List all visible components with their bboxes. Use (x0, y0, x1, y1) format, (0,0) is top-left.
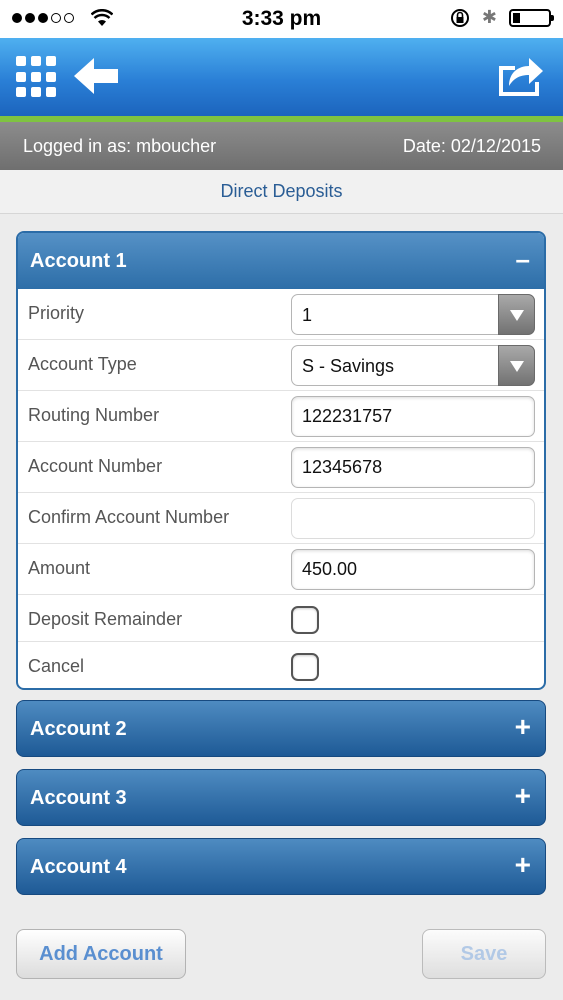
back-arrow-icon[interactable] (72, 55, 120, 97)
amount-row: Amount (18, 544, 544, 595)
date-label: Date: 02/12/2015 (402, 136, 541, 156)
cancel-label: Cancel (28, 656, 85, 676)
cancel-checkbox[interactable] (291, 653, 319, 681)
confirm-account-number-row: Confirm Account Number (18, 493, 544, 544)
add-account-button[interactable]: Add Account (16, 929, 186, 979)
account-4-header[interactable]: Account 4 + (16, 838, 546, 895)
account-2-title: Account 2 (30, 718, 127, 740)
account-type-value: S - Savings (302, 356, 395, 376)
orientation-lock-icon (450, 8, 469, 27)
status-bar: 3:33 pm ✱ (0, 0, 563, 38)
routing-number-row: Routing Number (18, 391, 544, 442)
account-1-panel: Account 1 – Priority 1 Account Type S - … (16, 231, 546, 690)
account-number-input[interactable] (291, 447, 535, 488)
share-icon[interactable] (495, 52, 545, 98)
priority-row: Priority 1 (18, 289, 544, 340)
account-4-title: Account 4 (30, 856, 127, 878)
expand-icon[interactable]: + (515, 780, 531, 812)
amount-label: Amount (28, 558, 91, 578)
info-bar: Logged in as: mboucher Date: 02/12/2015 (0, 122, 563, 170)
battery-icon (509, 8, 554, 27)
deposit-remainder-checkbox[interactable] (291, 606, 319, 634)
save-button[interactable]: Save (422, 929, 546, 979)
expand-icon[interactable]: + (515, 711, 531, 743)
confirm-account-number-input[interactable] (291, 498, 535, 539)
account-3-header[interactable]: Account 3 + (16, 769, 546, 826)
account-1-title: Account 1 (30, 250, 127, 272)
bluetooth-icon: ✱ (481, 7, 497, 27)
battery-fill (513, 12, 520, 23)
account-type-select[interactable]: S - Savings (291, 345, 535, 386)
grid-menu-icon[interactable] (16, 56, 58, 98)
amount-input[interactable] (291, 549, 535, 590)
chevron-down-icon[interactable] (498, 345, 535, 386)
confirm-account-number-label: Confirm Account Number (28, 507, 230, 527)
account-1-header[interactable]: Account 1 – (18, 233, 544, 289)
account-type-label: Account Type (28, 354, 137, 374)
deposit-remainder-label: Deposit Remainder (28, 609, 183, 629)
page-title: Direct Deposits (0, 170, 563, 214)
priority-value: 1 (302, 305, 313, 325)
account-type-row: Account Type S - Savings (18, 340, 544, 391)
routing-number-input[interactable] (291, 396, 535, 437)
nav-bar (0, 38, 563, 116)
expand-icon[interactable]: + (515, 849, 531, 881)
logged-in-label: Logged in as: mboucher (23, 136, 217, 156)
chevron-down-icon[interactable] (498, 294, 535, 335)
cancel-row: Cancel (18, 642, 544, 688)
routing-number-label: Routing Number (28, 405, 160, 425)
account-number-row: Account Number (18, 442, 544, 493)
account-number-label: Account Number (28, 456, 163, 476)
priority-label: Priority (28, 303, 85, 323)
account-3-title: Account 3 (30, 787, 127, 809)
deposit-remainder-row: Deposit Remainder (18, 595, 544, 642)
priority-select[interactable]: 1 (291, 294, 535, 335)
account-2-header[interactable]: Account 2 + (16, 700, 546, 757)
collapse-icon[interactable]: – (516, 244, 530, 275)
